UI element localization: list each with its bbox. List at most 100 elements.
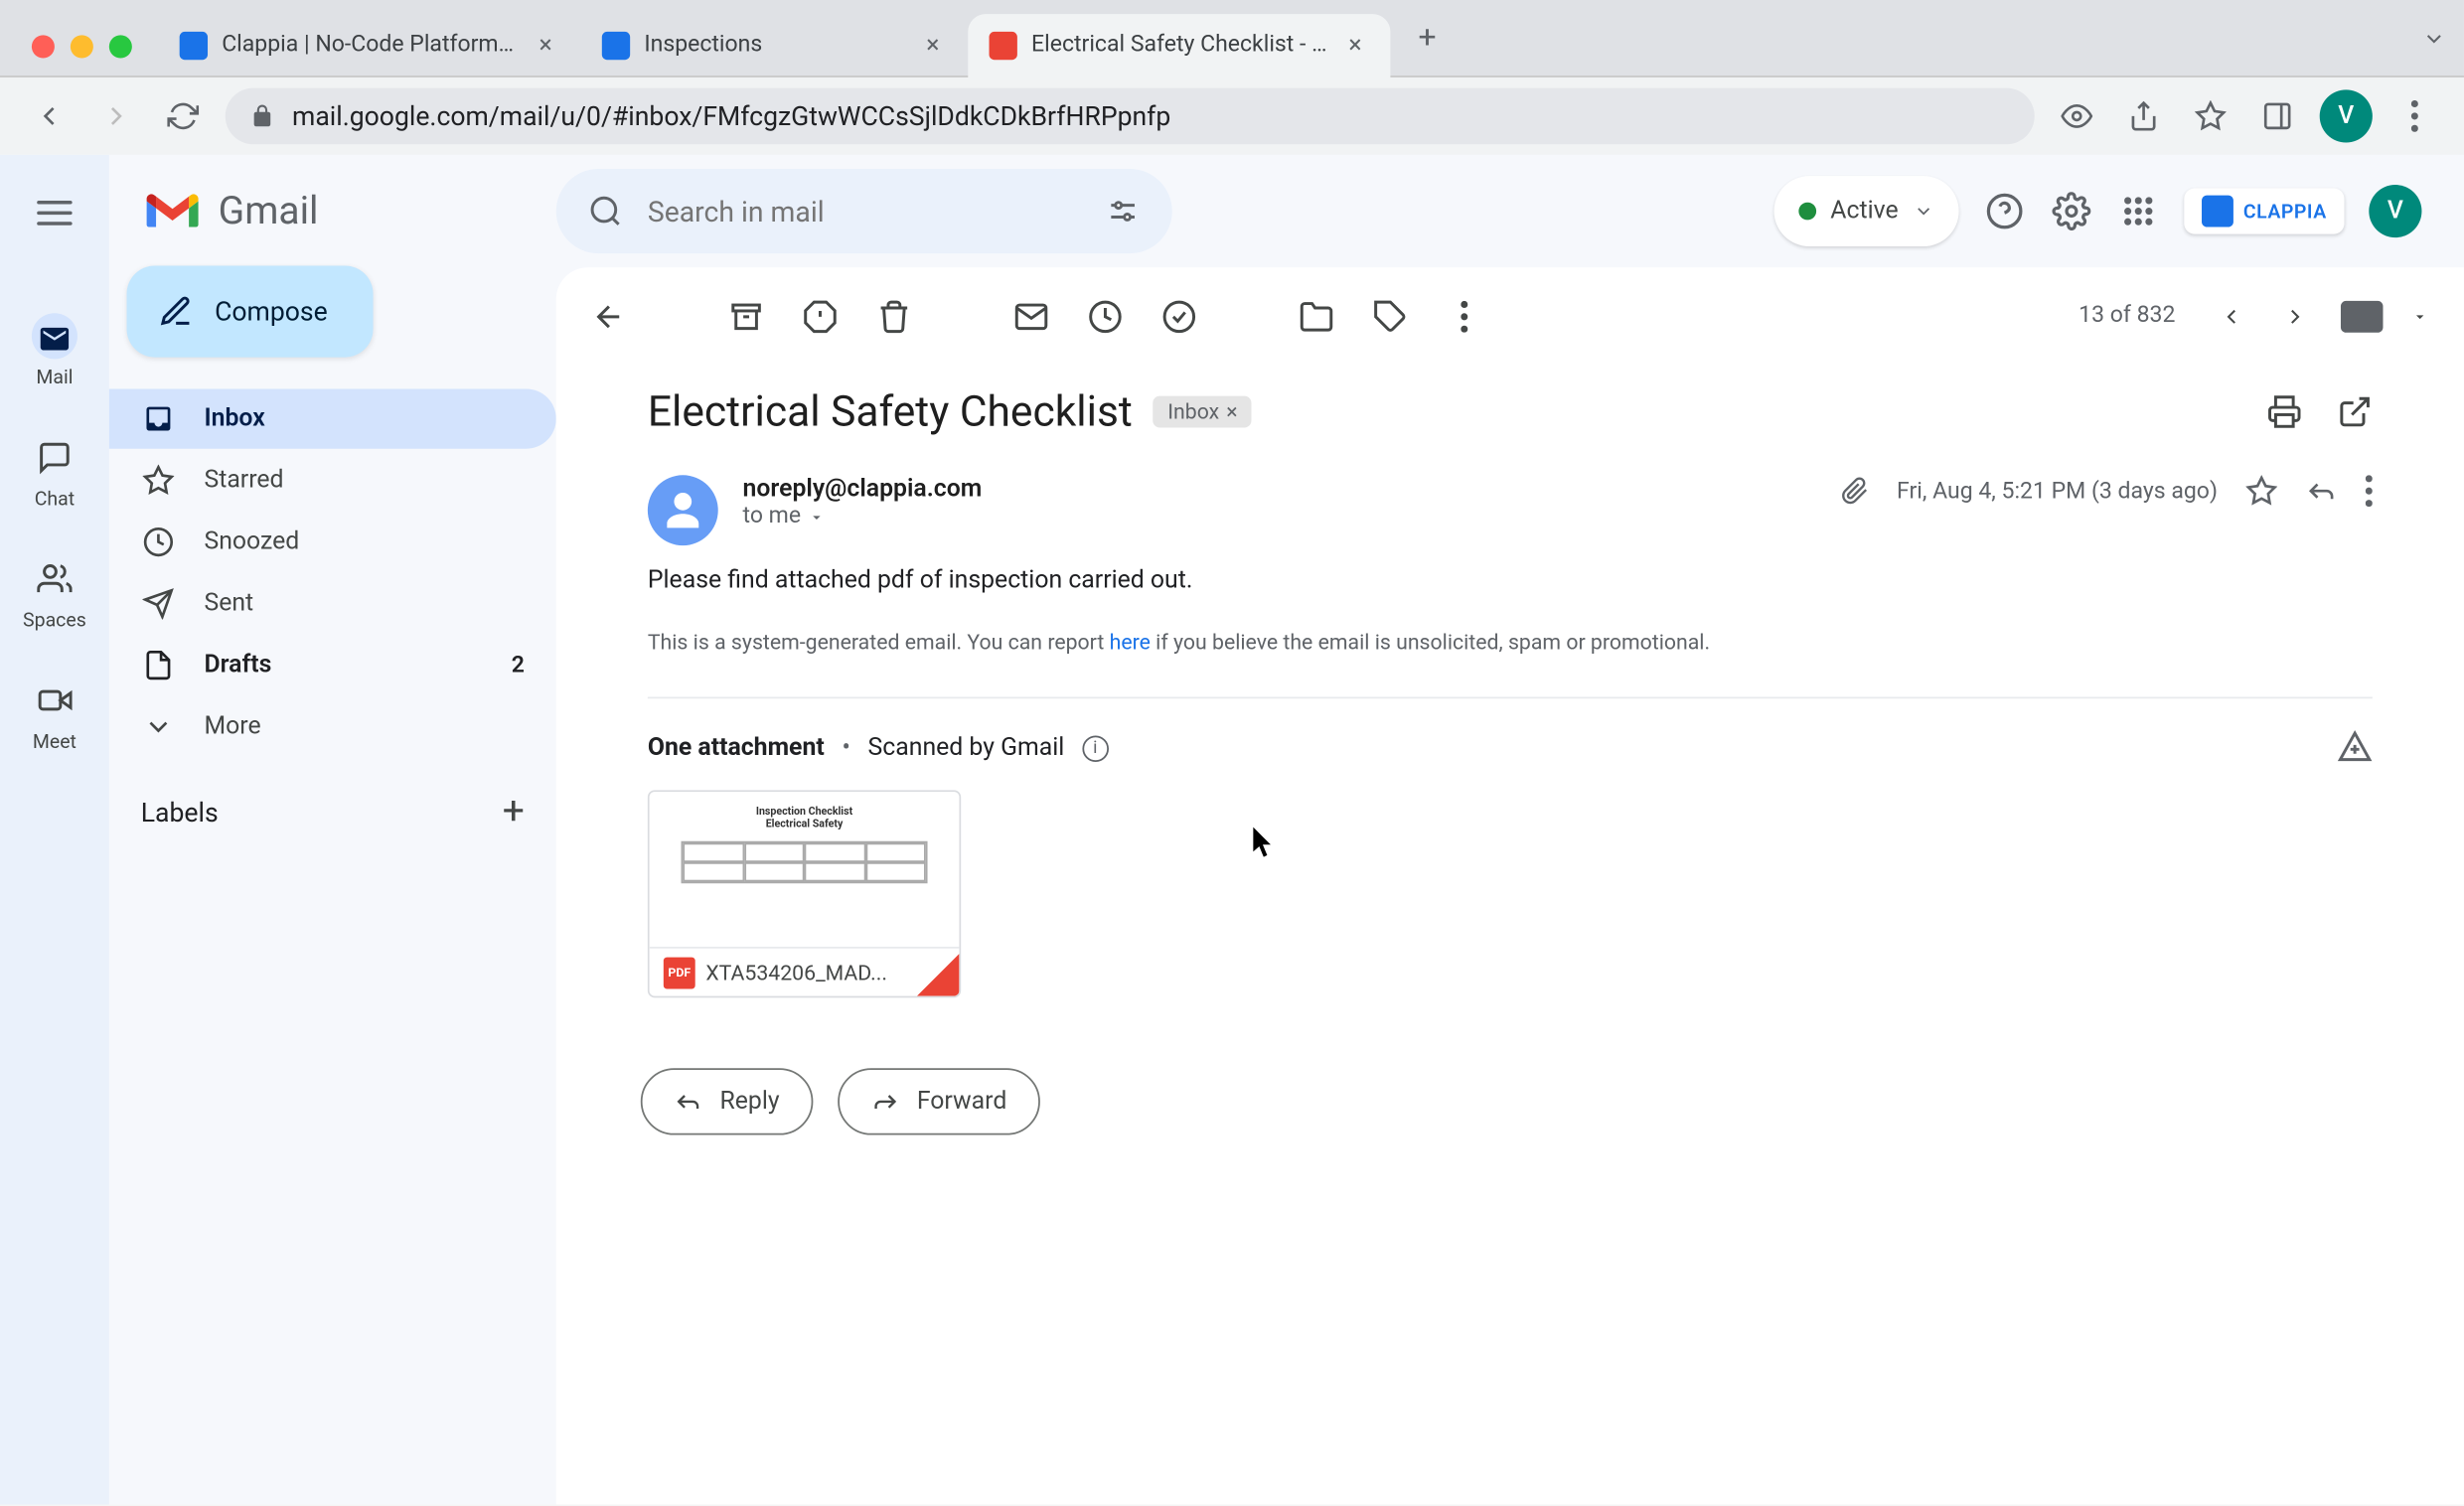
side-panel-icon[interactable] xyxy=(2252,91,2302,141)
mac-window-controls[interactable] xyxy=(32,35,132,58)
apps-grid-icon[interactable] xyxy=(2116,190,2159,232)
browser-menu-icon[interactable] xyxy=(2390,91,2440,141)
gmail-brand-text: Gmail xyxy=(219,190,319,233)
browser-tab[interactable]: Clappia | No-Code Platform fo × xyxy=(158,13,580,76)
rail-chat[interactable]: Chat xyxy=(32,435,77,511)
rail-spaces[interactable]: Spaces xyxy=(23,556,86,632)
sender-avatar[interactable] xyxy=(648,475,718,545)
share-icon[interactable] xyxy=(2119,91,2169,141)
more-actions-button[interactable] xyxy=(1447,298,1481,333)
close-tab-icon[interactable]: × xyxy=(532,31,559,59)
compose-button[interactable]: Compose xyxy=(127,265,374,357)
close-tab-icon[interactable]: × xyxy=(919,31,947,59)
snooze-button[interactable] xyxy=(1088,298,1123,333)
maximize-window-icon[interactable] xyxy=(109,35,132,58)
avatar-letter: V xyxy=(2338,102,2354,130)
report-link[interactable]: here xyxy=(1110,630,1151,655)
to-text: to me xyxy=(743,504,802,530)
preview-subtitle: Electrical Safety xyxy=(766,819,844,830)
disclaimer-suffix: if you believe the email is unsolicited,… xyxy=(1151,630,1710,655)
email-body-text: Please find attached pdf of inspection c… xyxy=(648,566,2373,594)
delete-button[interactable] xyxy=(876,298,911,333)
status-dot-icon xyxy=(1798,203,1816,221)
minimize-window-icon[interactable] xyxy=(71,35,93,58)
nav-snoozed[interactable]: Snoozed xyxy=(109,512,556,571)
eye-icon[interactable] xyxy=(2052,91,2101,141)
dropdown-arrow-icon[interactable] xyxy=(2411,307,2429,325)
browser-url-bar: mail.google.com/mail/u/0/#inbox/FMfcgzGt… xyxy=(0,77,2464,155)
status-dropdown[interactable]: Active xyxy=(1774,176,1958,246)
add-to-tasks-button[interactable] xyxy=(1161,298,1196,333)
back-to-inbox-button[interactable] xyxy=(591,298,626,333)
star-message-button[interactable] xyxy=(2245,475,2277,507)
nav-starred[interactable]: Starred xyxy=(109,450,556,510)
account-avatar[interactable]: V xyxy=(2369,185,2421,237)
address-bar[interactable]: mail.google.com/mail/u/0/#inbox/FMfcgzGt… xyxy=(226,88,2035,145)
message-panel: 13 of 832 Electrical Safety Checklist In… xyxy=(556,267,2464,1504)
remove-label-icon[interactable]: × xyxy=(1226,399,1237,424)
new-tab-button[interactable]: + xyxy=(1401,12,1454,65)
profile-avatar[interactable]: V xyxy=(2320,89,2373,142)
nav-label: More xyxy=(204,712,260,740)
next-message-button[interactable] xyxy=(2277,298,2312,333)
add-label-button[interactable]: + xyxy=(503,790,525,833)
page-fold-icon xyxy=(917,954,960,996)
favicon-icon xyxy=(602,31,630,59)
back-button[interactable] xyxy=(25,91,75,141)
app-left-rail: Mail Chat Spaces Meet xyxy=(0,155,109,1505)
support-icon[interactable] xyxy=(1983,190,2026,232)
rail-label: Mail xyxy=(36,366,73,388)
top-bar: Active CLAPPIA V xyxy=(556,155,2464,267)
add-all-to-drive-button[interactable] xyxy=(2337,730,2372,765)
attachment-thumbnail[interactable]: Inspection Checklist Electrical Safety P… xyxy=(648,790,961,997)
reply-label: Reply xyxy=(720,1088,780,1116)
message-more-button[interactable] xyxy=(2366,475,2373,507)
mark-unread-button[interactable] xyxy=(1013,298,1048,333)
compose-label: Compose xyxy=(215,296,328,328)
prev-message-button[interactable] xyxy=(2214,298,2248,333)
nav-sent[interactable]: Sent xyxy=(109,573,556,633)
recipient-line[interactable]: to me xyxy=(743,504,1816,530)
settings-icon[interactable] xyxy=(2050,190,2092,232)
mail-icon xyxy=(32,313,77,359)
browser-tab-strip: Clappia | No-Code Platform fo × Inspecti… xyxy=(0,0,2464,77)
reload-button[interactable] xyxy=(158,91,208,141)
rail-meet[interactable]: Meet xyxy=(32,678,77,753)
browser-tab[interactable]: Inspections × xyxy=(581,13,969,76)
tab-title: Inspections xyxy=(644,32,904,59)
labels-button[interactable] xyxy=(1373,298,1408,333)
rail-mail[interactable]: Mail xyxy=(32,313,77,388)
nav-count: 2 xyxy=(512,652,525,678)
forward-icon xyxy=(871,1088,899,1116)
print-button[interactable] xyxy=(2267,394,2302,429)
show-details-icon[interactable] xyxy=(808,508,826,526)
move-to-button[interactable] xyxy=(1299,298,1333,333)
workspace-brand-chip[interactable]: CLAPPIA xyxy=(2184,189,2345,234)
reply-button[interactable]: Reply xyxy=(641,1068,814,1134)
info-icon[interactable]: i xyxy=(1082,735,1109,762)
search-box[interactable] xyxy=(556,169,1172,253)
close-window-icon[interactable] xyxy=(32,35,55,58)
search-options-icon[interactable] xyxy=(1105,194,1140,228)
forward-button[interactable] xyxy=(91,91,141,141)
forward-label: Forward xyxy=(917,1088,1007,1116)
close-tab-icon[interactable]: × xyxy=(1341,31,1369,59)
archive-button[interactable] xyxy=(728,298,763,333)
reply-button-icon[interactable] xyxy=(2306,475,2338,507)
open-new-window-button[interactable] xyxy=(2337,394,2372,429)
sender-email: noreply@clappia.com xyxy=(743,475,1816,503)
search-input[interactable] xyxy=(648,195,1081,228)
nav-inbox[interactable]: Inbox xyxy=(109,388,556,448)
forward-button[interactable]: Forward xyxy=(838,1068,1040,1134)
report-spam-button[interactable] xyxy=(803,298,838,333)
browser-tab-active[interactable]: Electrical Safety Checklist - ve × xyxy=(968,13,1390,76)
nav-drafts[interactable]: Drafts 2 xyxy=(109,635,556,694)
tab-overflow-icon[interactable] xyxy=(2421,26,2446,51)
disclaimer-prefix: This is a system-generated email. You ca… xyxy=(648,630,1110,655)
nav-more[interactable]: More xyxy=(109,696,556,756)
main-menu-icon[interactable] xyxy=(37,201,72,226)
input-tool-icon[interactable] xyxy=(2341,300,2384,332)
bookmark-star-icon[interactable] xyxy=(2186,91,2235,141)
inbox-label-chip[interactable]: Inbox × xyxy=(1154,396,1252,428)
clock-icon xyxy=(141,527,176,558)
